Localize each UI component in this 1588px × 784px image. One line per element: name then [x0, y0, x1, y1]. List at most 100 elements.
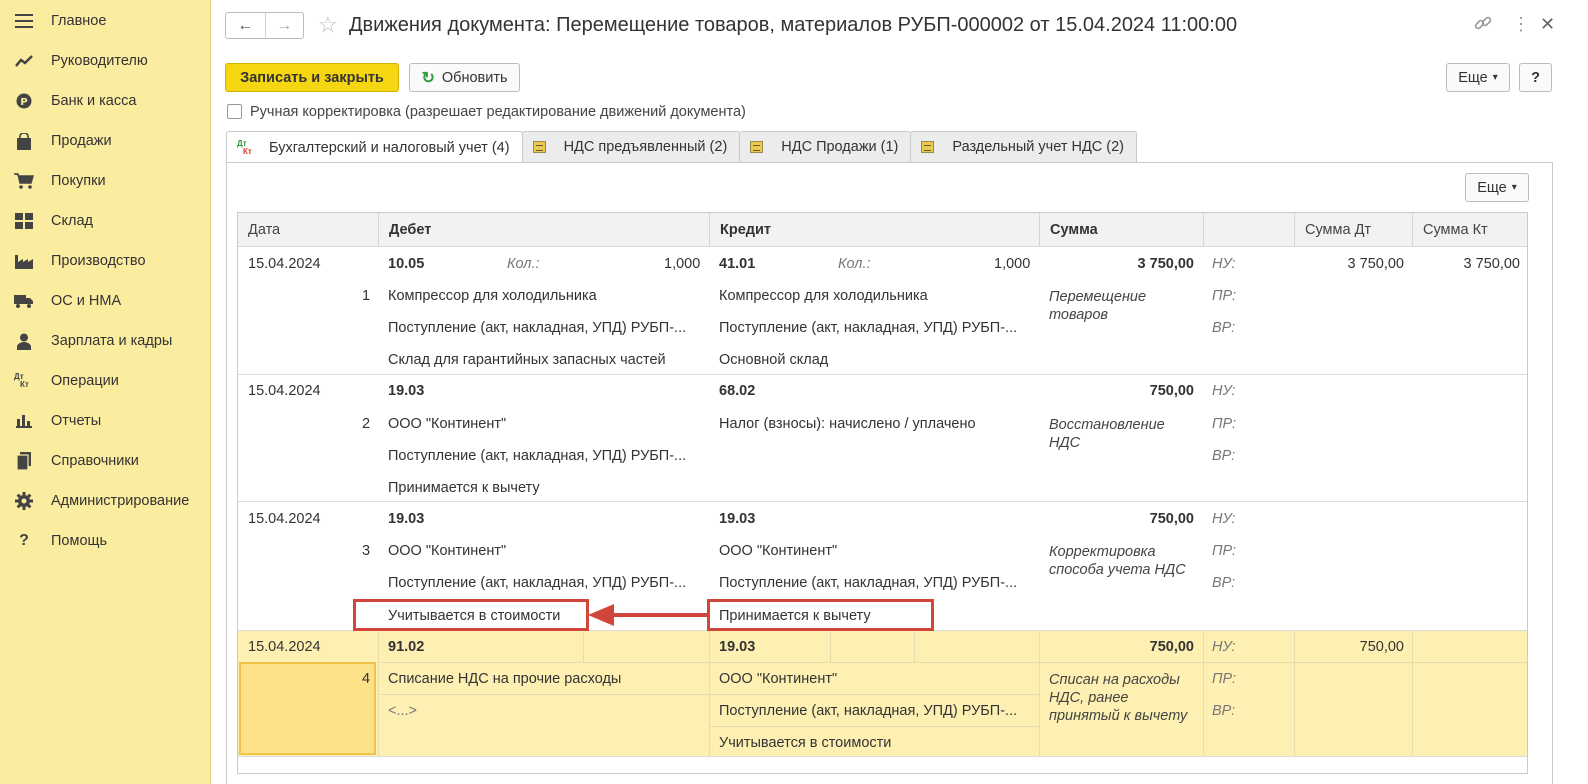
debit-subconto: Принимается к вычету: [388, 480, 540, 496]
vr-label: ВР:: [1212, 320, 1236, 336]
debit-account: 10.05: [388, 256, 425, 272]
sidebar: Главное Руководителю P Банк и касса Прод…: [0, 0, 211, 784]
column-credit[interactable]: Кредит: [710, 213, 1040, 247]
debit-subconto: Списание НДС на прочие расходы: [388, 671, 622, 687]
tab-accounting[interactable]: Дт Кт Бухгалтерский и налоговый учет (4): [226, 131, 523, 163]
cart-icon: [14, 171, 34, 191]
tab-label: НДС предъявленный (2): [563, 139, 728, 155]
row-number: 4: [362, 671, 371, 687]
title-bar: ← → ☆ Движения документа: Перемещение то…: [212, 0, 1588, 52]
row-number-cell[interactable]: [239, 662, 376, 755]
menu-icon: [14, 11, 34, 31]
more-icon[interactable]: ⋮: [1512, 14, 1530, 35]
row-number: 3: [362, 543, 371, 559]
truck-icon: [14, 291, 34, 311]
credit-qty: 1,000: [994, 256, 1031, 272]
column-amount[interactable]: Сумма: [1040, 213, 1204, 247]
dt-kt-icon: Дт Кт: [237, 138, 252, 156]
sidebar-item-salary[interactable]: Зарплата и кадры: [0, 323, 211, 359]
row-date: 15.04.2024: [248, 511, 321, 527]
pr-label: ПР:: [1212, 288, 1237, 304]
link-icon[interactable]: [1474, 14, 1492, 37]
debit-account: 19.03: [388, 383, 425, 399]
table-row[interactable]: 15.04.2024 2 19.03 ООО "Континент" Посту…: [238, 375, 1527, 502]
close-icon[interactable]: ✕: [1540, 14, 1555, 35]
column-debit[interactable]: Дебет: [379, 213, 710, 247]
amount: 750,00: [1149, 383, 1194, 399]
save-close-button[interactable]: Записать и закрыть: [225, 63, 399, 92]
sidebar-item-label: Банк и касса: [51, 93, 137, 109]
table-row[interactable]: 15.04.2024 1 10.05 Кол.: 1,000 Компрессо…: [238, 247, 1527, 375]
sidebar-item-label: Склад: [51, 213, 93, 229]
sidebar-item-label: Производство: [51, 253, 146, 269]
panel-more-button[interactable]: Еще ▾: [1465, 173, 1529, 202]
help-icon: ?: [19, 532, 29, 549]
sum-dt: 750,00: [1359, 639, 1404, 655]
amount: 3 750,00: [1137, 256, 1194, 272]
tab-label: НДС Продажи (1): [781, 139, 899, 155]
more-label: Еще: [1458, 69, 1488, 86]
annotation-box-debit: [353, 599, 589, 631]
sum-kt: 3 750,00: [1463, 256, 1520, 272]
amount: 750,00: [1149, 639, 1194, 655]
sidebar-item-bank[interactable]: P Банк и касса: [0, 83, 211, 119]
sidebar-item-manager[interactable]: Руководителю: [0, 43, 211, 79]
sidebar-item-reports[interactable]: Отчеты: [0, 403, 211, 439]
posting-content: Списан на расходы НДС, ранее принятый к …: [1049, 672, 1188, 724]
sidebar-item-operations[interactable]: Дт Кт Операции: [0, 363, 211, 399]
register-icon: [532, 141, 546, 153]
credit-subconto: Поступление (акт, накладная, УПД) РУБП-.…: [719, 575, 1018, 591]
sidebar-item-label: Зарплата и кадры: [51, 333, 173, 349]
debit-qty: 1,000: [664, 256, 701, 272]
credit-subconto: Учитывается в стоимости: [719, 735, 892, 751]
pr-label: ПР:: [1212, 543, 1237, 559]
tab-label: Раздельный учет НДС (2): [952, 139, 1124, 155]
tab-separate-vat[interactable]: Раздельный учет НДС (2): [910, 131, 1137, 162]
tab-vat-presented[interactable]: НДС предъявленный (2): [521, 131, 741, 162]
help-button[interactable]: ?: [1519, 63, 1552, 92]
sidebar-item-warehouse[interactable]: Склад: [0, 203, 211, 239]
back-button[interactable]: ←: [226, 13, 265, 38]
row-number: 2: [362, 416, 371, 432]
manual-correction-label[interactable]: Ручная корректировка (разрешает редактир…: [250, 104, 746, 120]
warehouse-icon: [14, 211, 34, 231]
sidebar-item-purchases[interactable]: Покупки: [0, 163, 211, 199]
forward-button[interactable]: →: [264, 13, 304, 38]
column-tax-type[interactable]: [1204, 213, 1295, 247]
chevron-down-icon: ▾: [1492, 72, 1498, 83]
column-sum-dt[interactable]: Сумма Дт: [1295, 213, 1413, 247]
amount: 750,00: [1149, 511, 1194, 527]
debit-subconto: Поступление (акт, накладная, УПД) РУБП-.…: [388, 448, 687, 464]
sidebar-item-assets[interactable]: ОС и НМА: [0, 283, 211, 319]
credit-subconto: ООО "Континент": [719, 671, 838, 687]
debit-account: 91.02: [388, 639, 425, 655]
postings-table: Дата Дебет Кредит Сумма Сумма Дт Сумма К…: [237, 212, 1528, 774]
column-sum-kt[interactable]: Сумма Кт: [1413, 213, 1527, 247]
sidebar-item-label: Покупки: [51, 173, 106, 189]
debit-subconto-empty: <...>: [388, 703, 418, 719]
sidebar-item-sales[interactable]: Продажи: [0, 123, 211, 159]
pr-label: ПР:: [1212, 416, 1237, 432]
annotation-arrow: [612, 613, 708, 617]
more-button[interactable]: Еще ▾: [1446, 63, 1510, 92]
credit-subconto: Поступление (акт, накладная, УПД) РУБП-.…: [719, 320, 1018, 336]
tab-vat-sales[interactable]: НДС Продажи (1): [739, 131, 912, 162]
refresh-button[interactable]: ↻ Обновить: [409, 63, 520, 92]
sidebar-item-production[interactable]: Производство: [0, 243, 211, 279]
manual-correction-checkbox[interactable]: [227, 104, 242, 119]
table-row-selected[interactable]: 15.04.2024 4 91.02 Списание НДС на прочи…: [238, 631, 1527, 757]
sidebar-item-help[interactable]: ? Помощь: [0, 523, 211, 559]
svg-text:P: P: [20, 97, 27, 108]
column-date[interactable]: Дата: [238, 213, 379, 247]
row-date: 15.04.2024: [248, 256, 321, 272]
debit-subconto: Компрессор для холодильника: [388, 288, 597, 304]
vr-label: ВР:: [1212, 575, 1236, 591]
credit-subconto: Основной склад: [719, 352, 829, 368]
sidebar-item-admin[interactable]: Администрирование: [0, 483, 211, 519]
pr-label: ПР:: [1212, 671, 1237, 687]
sidebar-item-main[interactable]: Главное: [0, 3, 211, 39]
star-icon[interactable]: ☆: [318, 12, 338, 38]
sidebar-item-label: Справочники: [51, 453, 139, 469]
row-number: 1: [362, 288, 371, 304]
sidebar-item-directories[interactable]: Справочники: [0, 443, 211, 479]
